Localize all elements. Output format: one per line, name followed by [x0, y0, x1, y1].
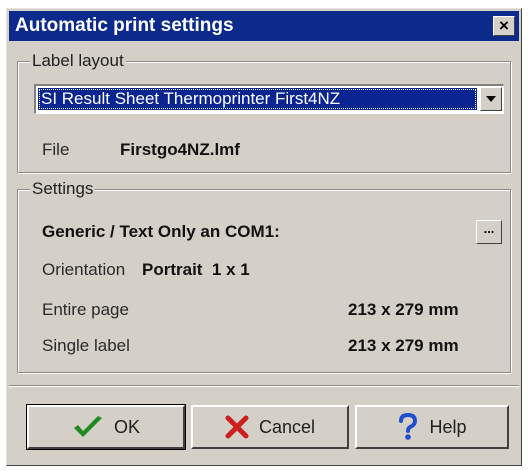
red-x-icon	[225, 415, 249, 439]
cancel-button-label: Cancel	[258, 416, 316, 437]
dropdown-arrow-icon	[486, 96, 496, 102]
file-label: File	[42, 140, 70, 159]
settings-group: Settings Generic / Text Only an COM1: ..…	[17, 179, 511, 373]
question-mark-icon	[399, 413, 418, 440]
entire-page-label: Entire page	[42, 300, 129, 319]
ok-button-label: OK	[113, 416, 140, 437]
label-layout-dropdown[interactable]: SI Result Sheet Thermoprinter First4NZ	[34, 84, 504, 114]
label-layout-group-title: Label layout	[30, 51, 126, 71]
orientation-label: Orientation	[42, 260, 126, 279]
help-button-label: Help	[429, 416, 467, 437]
cancel-button[interactable]: Cancel	[191, 405, 349, 449]
title-bar: Automatic print settings ×	[9, 11, 519, 41]
dropdown-button[interactable]	[480, 87, 502, 111]
single-label-label: Single label	[42, 336, 130, 355]
close-button[interactable]: ×	[493, 16, 515, 36]
printer-browse-button[interactable]: ...	[476, 220, 502, 244]
dialog-title: Automatic print settings	[15, 15, 234, 36]
help-button[interactable]: Help	[355, 405, 509, 449]
checkmark-icon	[73, 416, 102, 437]
entire-page-value: 213 x 279 mm	[348, 300, 459, 319]
printer-name: Generic / Text Only an COM1:	[42, 222, 280, 241]
file-name: Firstgo4NZ.lmf	[120, 140, 240, 159]
single-label-value: 213 x 279 mm	[348, 336, 459, 355]
close-icon: ×	[499, 16, 509, 35]
button-separator	[9, 385, 519, 387]
print-settings-dialog: Automatic print settings × Label layout …	[6, 8, 522, 466]
settings-group-title: Settings	[30, 179, 96, 199]
orientation-value: Portrait 1 x 1	[142, 260, 250, 279]
label-layout-group: Label layout SI Result Sheet Thermoprint…	[17, 51, 511, 173]
ellipsis-icon: ...	[483, 221, 495, 236]
label-layout-selected: SI Result Sheet Thermoprinter First4NZ	[38, 88, 477, 110]
ok-button[interactable]: OK	[26, 404, 186, 450]
